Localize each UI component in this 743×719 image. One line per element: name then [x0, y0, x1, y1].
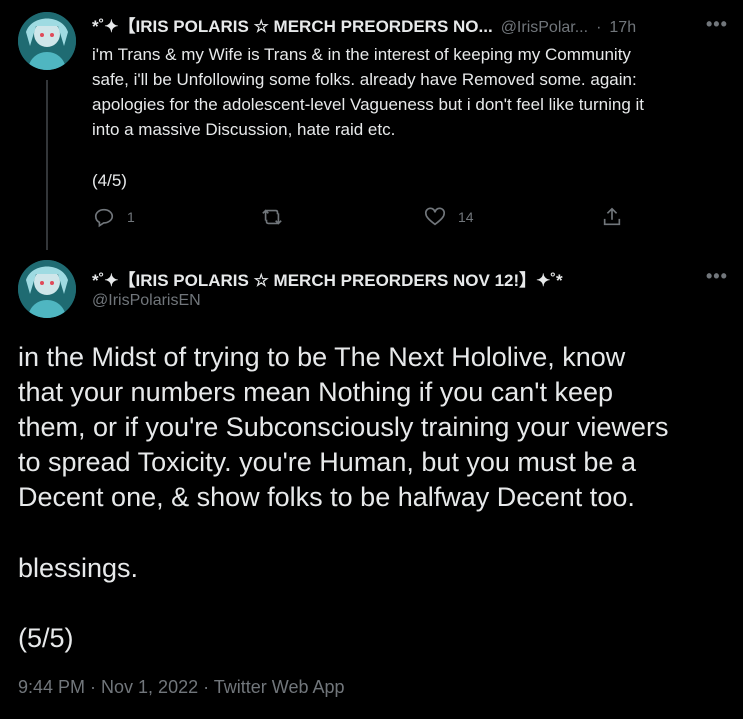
text-line: to spread Toxicity. you're Human, but yo… — [18, 447, 636, 477]
text-line: Decent one, & show folks to be halfway D… — [18, 482, 635, 512]
reply-button[interactable]: 1 — [93, 206, 135, 228]
share-button[interactable] — [601, 206, 623, 228]
text-line: i'm Trans & my Wife is Trans & in the in… — [92, 45, 631, 64]
thread-counter: (5/5) — [18, 623, 74, 653]
thread-counter: (4/5) — [92, 171, 127, 190]
tweet2-text: in the Midst of trying to be The Next Ho… — [18, 340, 738, 515]
retweet-icon — [262, 209, 282, 225]
text-line: in the Midst of trying to be The Next Ho… — [18, 342, 626, 372]
reply-icon — [94, 208, 114, 228]
blessing-text: blessings. — [18, 553, 139, 583]
heart-icon — [425, 207, 445, 226]
text-line: them, or if you're Subconsciously traini… — [18, 412, 669, 442]
tweet-meta[interactable]: 9:44 PM · Nov 1, 2022 · Twitter Web App — [18, 677, 345, 698]
avatar-image — [18, 12, 76, 70]
text-line: safe, i'll be Unfollowing some folks. al… — [92, 70, 637, 89]
text-line: into a massive Discussion, hate raid etc… — [92, 120, 396, 139]
avatar[interactable] — [18, 260, 76, 318]
share-icon — [603, 207, 621, 226]
handle[interactable]: @IrisPolar... — [501, 19, 588, 37]
text-line: apologies for the adolescent-level Vague… — [92, 95, 645, 114]
handle[interactable]: @IrisPolarisEN — [92, 292, 201, 310]
avatar-image — [18, 260, 76, 318]
like-count: 14 — [458, 209, 474, 225]
tweet1-header: *˚✦【IRIS POLARIS ☆ MERCH PREORDERS NO...… — [92, 12, 636, 37]
display-name[interactable]: *˚✦【IRIS POLARIS ☆ MERCH PREORDERS NOV 1… — [92, 266, 563, 291]
retweet-button[interactable] — [260, 206, 284, 228]
separator: · — [596, 19, 602, 36]
avatar[interactable] — [18, 12, 76, 70]
tweet1-text: i'm Trans & my Wife is Trans & in the in… — [92, 42, 732, 142]
like-button[interactable]: 14 — [424, 206, 474, 228]
reply-count: 1 — [127, 209, 135, 225]
text-line: that your numbers mean Nothing if you ca… — [18, 377, 613, 407]
thread-line — [46, 80, 48, 250]
more-options-button[interactable]: ••• — [706, 14, 728, 35]
more-options-button[interactable]: ••• — [706, 266, 728, 287]
timestamp[interactable]: 17h — [609, 19, 636, 37]
display-name[interactable]: *˚✦【IRIS POLARIS ☆ MERCH PREORDERS NO... — [92, 12, 493, 37]
